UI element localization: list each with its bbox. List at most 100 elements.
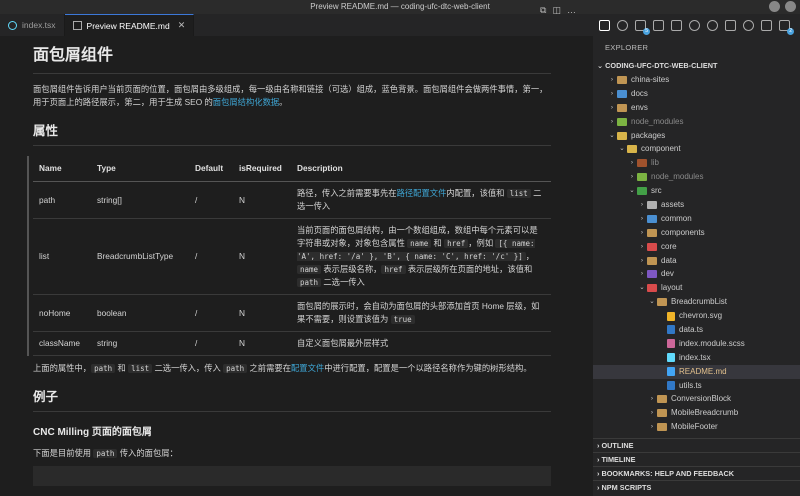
folder-icon (657, 395, 667, 404)
tree-folder[interactable]: › china-sites (593, 73, 800, 87)
inline-code: list (506, 189, 531, 198)
inline-code: name (407, 239, 432, 248)
tree-file[interactable]: utils.ts (593, 379, 800, 393)
section-npm-scripts[interactable]: › NPM SCRIPTS (593, 480, 800, 494)
tree-folder[interactable]: › node_modules (593, 170, 800, 184)
tree-file[interactable]: README.md (593, 364, 800, 379)
tree-folder[interactable]: › ConversionBlock (593, 392, 800, 406)
tree-folder[interactable]: › envs (593, 101, 800, 115)
extensions-icon[interactable] (671, 20, 682, 31)
file-icon (667, 325, 675, 335)
account-icon[interactable] (769, 1, 780, 12)
tree-folder[interactable]: › docs (593, 87, 800, 101)
col-header: Description (291, 156, 551, 182)
table-row: list BreadcrumbListType / N 当前页面的面包屑结构，由… (33, 218, 551, 295)
chevron-right-icon: › (650, 423, 654, 431)
cell: BreadcrumbListType (91, 218, 189, 295)
tree-icon[interactable] (743, 20, 754, 31)
chevron-down-icon: ⌄ (629, 187, 635, 195)
cell: path (33, 181, 91, 219)
git-graph-icon[interactable] (725, 20, 736, 31)
props-heading: 属性 (33, 123, 551, 146)
folder-icon (627, 145, 637, 154)
docker-icon[interactable] (761, 20, 772, 31)
tree-item-label: lib (651, 158, 660, 168)
tree-folder[interactable]: › lib (593, 156, 800, 170)
open-source-icon[interactable]: ⧉ (540, 5, 546, 16)
folder-icon (617, 89, 627, 98)
para-text: 上面的属性中， (33, 363, 92, 373)
folder-icon (657, 298, 667, 307)
para-text: 之前需要在 (247, 363, 292, 373)
search-icon[interactable] (617, 20, 628, 31)
tree-folder[interactable]: › assets (593, 198, 800, 212)
notes-icon[interactable]: 2 (779, 20, 794, 35)
tree-folder[interactable]: › core (593, 240, 800, 254)
cell: boolean (91, 294, 189, 332)
section-outline[interactable]: › OUTLINE (593, 438, 800, 452)
timeline-icon[interactable] (689, 20, 700, 31)
folder-icon (647, 242, 657, 251)
tree-folder[interactable]: › MobileFooter (593, 420, 800, 434)
tree-folder[interactable]: ⌄ layout (593, 281, 800, 295)
tree-file[interactable]: index.module.scss (593, 337, 800, 351)
para-text: 和 (115, 363, 129, 373)
tree-folder[interactable]: ⌄ src (593, 184, 800, 198)
chevron-down-icon: ⌄ (609, 131, 615, 139)
props-table: Name Type Default isRequired Description… (33, 156, 551, 356)
workspace-root[interactable]: ⌄ CODING-UFC-DTC-WEB-CLIENT (593, 59, 800, 73)
files-icon[interactable] (599, 20, 610, 31)
section-bookmarks[interactable]: › BOOKMARKS: HELP AND FEEDBACK (593, 466, 800, 480)
tab-preview-readme[interactable]: Preview README.md ✕ (64, 14, 195, 36)
tree-folder[interactable]: › dev (593, 267, 800, 281)
col-header: Default (189, 156, 233, 182)
inline-code: true (390, 315, 415, 324)
chevron-right-icon: › (640, 256, 644, 264)
tree-item-label: node_modules (631, 116, 684, 126)
run-debug-icon[interactable] (653, 20, 664, 31)
tab-index-tsx[interactable]: index.tsx (0, 14, 65, 36)
chevron-right-icon: › (640, 214, 644, 222)
source-control-icon[interactable]: 5 (635, 20, 650, 35)
tree-folder[interactable]: › common (593, 212, 800, 226)
tree-item-label: packages (631, 130, 666, 140)
intro-text: 面包屑组件告诉用户当前页面的位置，面包屑由多级组成，每一级由名称和链接（可选）组… (33, 84, 548, 107)
split-editor-icon[interactable]: ◫ (552, 5, 561, 16)
tree-folder[interactable]: › node_modules (593, 115, 800, 129)
tree-folder[interactable]: ⌄ BreadcrumbList (593, 295, 800, 309)
props-table-wrap: Name Type Default isRequired Description… (27, 156, 551, 356)
cell: className (33, 331, 91, 356)
section-timeline[interactable]: › TIMELINE (593, 452, 800, 466)
tree-item-label: components (661, 227, 705, 237)
tree-folder[interactable]: › MobileBreadcrumb (593, 406, 800, 420)
tree-folder[interactable]: ⌄ packages (593, 129, 800, 143)
inline-code: path (93, 449, 118, 458)
tree-folder[interactable]: › components (593, 226, 800, 240)
col-header: Name (33, 156, 91, 182)
inline-code: list (128, 364, 153, 373)
cell-description: 自定义面包屑最外层样式 (291, 331, 551, 356)
tree-folder[interactable]: ⌄ component (593, 142, 800, 156)
config-link[interactable]: 配置文件 (291, 363, 324, 373)
tree-file[interactable]: index.tsx (593, 351, 800, 365)
tree-file[interactable]: chevron.svg (593, 309, 800, 323)
inline-code: href (444, 239, 469, 248)
intro-link[interactable]: 面包屑结构化数据 (213, 97, 279, 107)
folder-icon (647, 214, 657, 223)
para-text: 传入的面包屑： (117, 448, 178, 458)
settings-icon[interactable] (785, 1, 796, 12)
remote-icon[interactable] (707, 20, 718, 31)
col-header: Type (91, 156, 189, 182)
file-icon (667, 381, 675, 391)
folder-icon (647, 284, 657, 293)
editor-tabs: index.tsx Preview README.md ✕ (0, 14, 593, 36)
tree-folder[interactable]: › data (593, 254, 800, 268)
folder-icon (647, 256, 657, 265)
desc-link[interactable]: 路径配置文件 (397, 188, 447, 198)
more-actions-icon[interactable]: … (567, 5, 576, 16)
close-icon[interactable]: ✕ (178, 20, 186, 31)
tree-item-label: src (651, 186, 662, 196)
tree-file[interactable]: data.ts (593, 323, 800, 337)
explorer-title: EXPLORER (605, 43, 649, 52)
chevron-down-icon: ⌄ (649, 298, 655, 306)
